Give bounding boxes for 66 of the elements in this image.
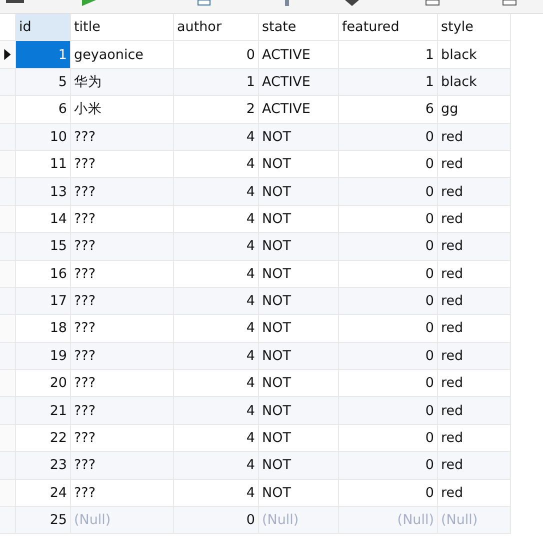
table-cell: 4	[174, 233, 259, 261]
table-cell: 1	[174, 68, 259, 96]
table-cell: 15	[16, 233, 71, 261]
table-cell: ???	[71, 397, 174, 425]
table-cell: 4	[174, 288, 259, 316]
table-cell: 10	[16, 124, 71, 151]
play-icon[interactable]	[82, 0, 96, 6]
table-cell: ???	[71, 288, 174, 316]
table-cell: red	[438, 288, 511, 316]
row-header[interactable]	[0, 41, 16, 69]
table-cell: ???	[71, 178, 174, 206]
table-cell: red	[438, 124, 511, 151]
table-cell: ???	[71, 124, 174, 151]
table-cell: NOT	[259, 288, 339, 316]
table-cell: NOT	[259, 124, 339, 151]
table-cell: red	[438, 452, 511, 480]
table-cell: ???	[71, 342, 174, 370]
table-cell: 5	[16, 68, 71, 96]
table-cell: NOT	[259, 452, 339, 480]
column-header[interactable]: author	[174, 14, 259, 42]
current-row-icon	[4, 49, 11, 60]
table-cell: 0	[339, 233, 438, 261]
table-cell: NOT	[259, 178, 339, 206]
table-cell: 4	[174, 452, 259, 480]
table-cell: 1	[339, 68, 438, 96]
table-cell: 13	[16, 178, 71, 206]
table-cell: red	[438, 233, 511, 261]
table-cell: 4	[174, 397, 259, 425]
table-cell: 4	[174, 124, 259, 151]
table-cell: (Null)	[71, 507, 174, 534]
table-cell: NOT	[259, 233, 339, 261]
table-cell: NOT	[259, 397, 339, 425]
sort-icon[interactable]	[345, 0, 359, 6]
table-cell: (Null)	[438, 507, 511, 534]
column-header[interactable]: state	[259, 14, 339, 42]
table-cell: 0	[339, 288, 438, 316]
column-header[interactable]: featured	[339, 14, 438, 42]
menu-icon[interactable]	[6, 0, 24, 6]
table-cell: 0	[339, 124, 438, 151]
table-cell: 23	[16, 452, 71, 480]
column-header[interactable]: id	[16, 14, 71, 42]
table-cell: 0	[174, 507, 259, 534]
table-cell: ???	[71, 233, 174, 261]
table-cell: (Null)	[339, 507, 438, 534]
table-cell: 17	[16, 288, 71, 316]
table-cell: 0	[339, 397, 438, 425]
column-header[interactable]: title	[71, 14, 174, 42]
table-cell: 4	[174, 342, 259, 370]
table-cell: red	[438, 178, 511, 206]
table-cell: 0	[339, 342, 438, 370]
column-header[interactable]: style	[438, 14, 511, 42]
table-cell: NOT	[259, 342, 339, 370]
table-cell: 4	[174, 178, 259, 206]
table-cell: 19	[16, 342, 71, 370]
table-cell: 0	[339, 178, 438, 206]
table-cell: red	[438, 342, 511, 370]
table-cell: 21	[16, 397, 71, 425]
table-cell: red	[438, 397, 511, 425]
table-cell: 华为	[71, 68, 174, 96]
table-cell: 1	[16, 41, 71, 69]
table-cell: (Null)	[259, 507, 339, 534]
table-cell: ???	[71, 452, 174, 480]
table-cell: 25	[16, 507, 71, 534]
table-cell: 0	[339, 452, 438, 480]
table-cell: ACTIVE	[259, 68, 339, 96]
table-cell: black	[438, 68, 511, 96]
